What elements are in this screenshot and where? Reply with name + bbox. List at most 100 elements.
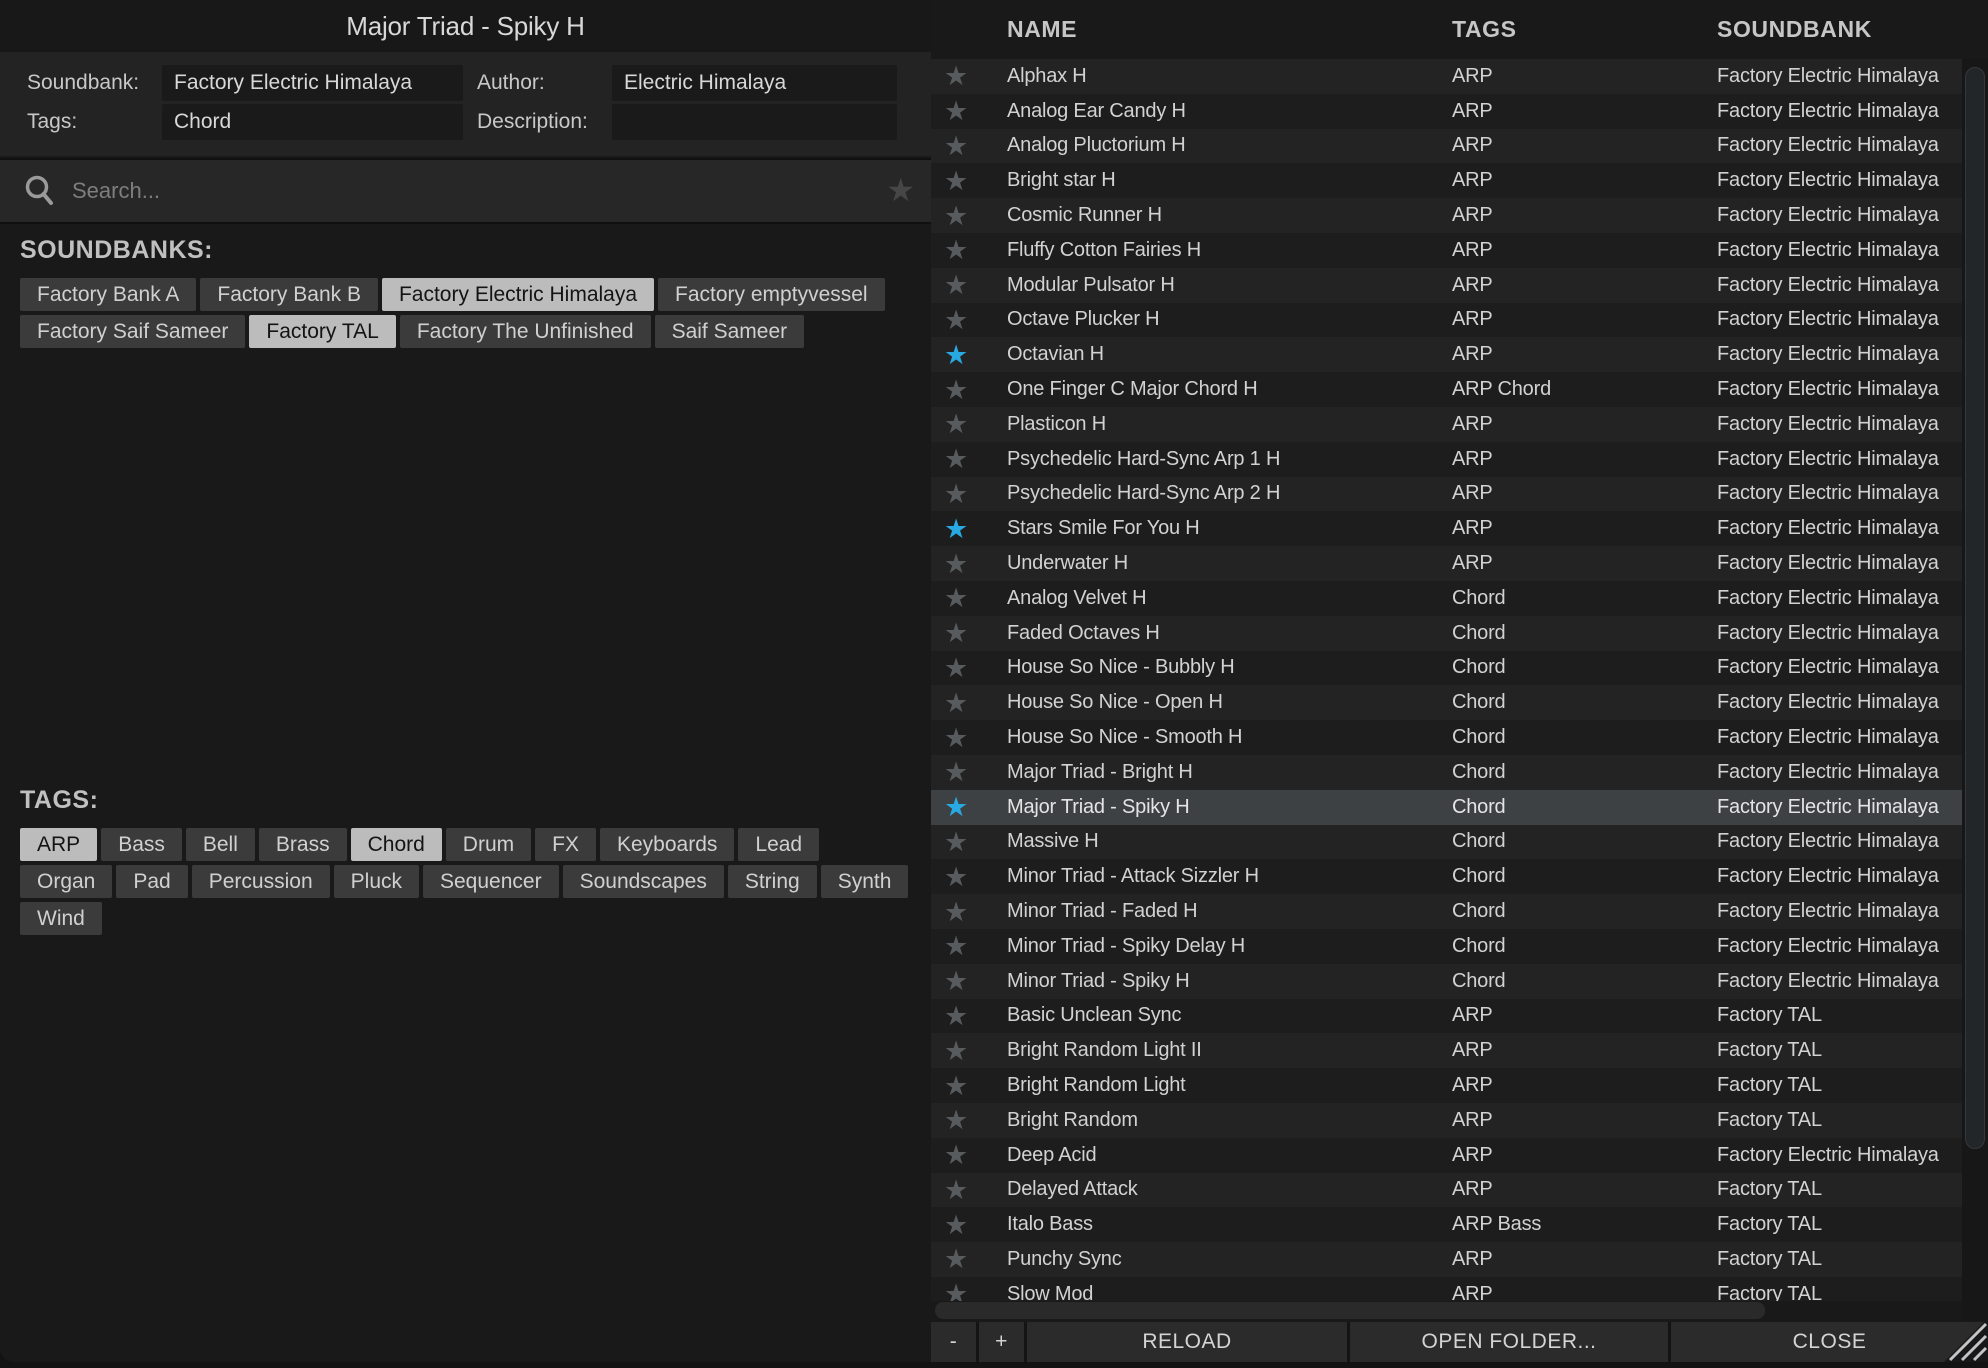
- tags-column-header[interactable]: TAGS: [1452, 16, 1717, 43]
- favorite-star-icon[interactable]: ★: [944, 897, 968, 927]
- favorite-star-icon[interactable]: ★: [944, 1071, 968, 1101]
- preset-row[interactable]: ★ Analog Velvet H Chord Factory Electric…: [931, 581, 1962, 616]
- tag-filter-button[interactable]: Soundscapes: [563, 865, 724, 898]
- preset-row[interactable]: ★ Faded Octaves H Chord Factory Electric…: [931, 616, 1962, 651]
- tag-filter-button[interactable]: Bell: [186, 828, 255, 861]
- soundbank-filter-button[interactable]: Factory emptyvessel: [658, 278, 885, 311]
- favorite-star-icon[interactable]: ★: [944, 409, 968, 439]
- favorite-star-icon[interactable]: ★: [944, 1105, 968, 1135]
- soundbank-column-header[interactable]: SOUNDBANK: [1717, 16, 1962, 43]
- tag-filter-button[interactable]: Bass: [101, 828, 182, 861]
- tag-filter-button[interactable]: Sequencer: [423, 865, 559, 898]
- tag-filter-button[interactable]: Pluck: [334, 865, 419, 898]
- preset-row[interactable]: ★ Bright Random Light II ARP Factory TAL: [931, 1033, 1962, 1068]
- vertical-scrollbar[interactable]: [1962, 59, 1988, 1321]
- favorite-star-icon[interactable]: ★: [944, 688, 968, 718]
- preset-row[interactable]: ★ Bright Random Light ARP Factory TAL: [931, 1068, 1962, 1103]
- favorite-star-icon[interactable]: ★: [944, 96, 968, 126]
- preset-row[interactable]: ★ House So Nice - Bubbly H Chord Factory…: [931, 651, 1962, 686]
- soundbank-filter-button[interactable]: Factory Saif Sameer: [20, 315, 245, 348]
- tag-filter-button[interactable]: Synth: [821, 865, 909, 898]
- favorites-filter-star-icon[interactable]: ★: [886, 160, 915, 222]
- tag-filter-button[interactable]: Pad: [116, 865, 187, 898]
- search-input[interactable]: Search...: [72, 160, 160, 222]
- preset-row[interactable]: ★ Italo Bass ARP Bass Factory TAL: [931, 1207, 1962, 1242]
- search-bar[interactable]: Search... ★: [0, 158, 931, 224]
- preset-row[interactable]: ★ Analog Pluctorium H ARP Factory Electr…: [931, 129, 1962, 164]
- tag-filter-button[interactable]: ARP: [20, 828, 97, 861]
- favorite-star-icon[interactable]: ★: [944, 131, 968, 161]
- preset-row[interactable]: ★ Cosmic Runner H ARP Factory Electric H…: [931, 198, 1962, 233]
- favorite-star-icon[interactable]: ★: [944, 862, 968, 892]
- description-field[interactable]: [612, 104, 897, 140]
- preset-row[interactable]: ★ Alphax H ARP Factory Electric Himalaya: [931, 59, 1962, 94]
- favorite-star-icon[interactable]: ★: [944, 653, 968, 683]
- preset-row[interactable]: ★ Major Triad - Spiky H Chord Factory El…: [931, 790, 1962, 825]
- favorite-star-icon[interactable]: ★: [944, 827, 968, 857]
- preset-row[interactable]: ★ Octave Plucker H ARP Factory Electric …: [931, 303, 1962, 338]
- favorite-star-icon[interactable]: ★: [944, 1140, 968, 1170]
- preset-row[interactable]: ★ Minor Triad - Attack Sizzler H Chord F…: [931, 859, 1962, 894]
- preset-row[interactable]: ★ Massive H Chord Factory Electric Himal…: [931, 825, 1962, 860]
- tag-filter-button[interactable]: String: [728, 865, 817, 898]
- favorite-star-icon[interactable]: ★: [944, 201, 968, 231]
- preset-row[interactable]: ★ Modular Pulsator H ARP Factory Electri…: [931, 268, 1962, 303]
- favorite-star-icon[interactable]: ★: [944, 375, 968, 405]
- favorite-star-icon[interactable]: ★: [944, 792, 968, 822]
- favorite-star-icon[interactable]: ★: [944, 723, 968, 753]
- preset-row[interactable]: ★ Analog Ear Candy H ARP Factory Electri…: [931, 94, 1962, 129]
- soundbank-filter-button[interactable]: Factory TAL: [249, 315, 395, 348]
- soundbank-filter-button[interactable]: Factory The Unfinished: [400, 315, 651, 348]
- favorite-star-icon[interactable]: ★: [944, 1210, 968, 1240]
- favorite-star-icon[interactable]: ★: [944, 166, 968, 196]
- preset-row[interactable]: ★ Underwater H ARP Factory Electric Hima…: [931, 546, 1962, 581]
- favorite-star-icon[interactable]: ★: [944, 340, 968, 370]
- preset-row[interactable]: ★ Psychedelic Hard-Sync Arp 2 H ARP Fact…: [931, 477, 1962, 512]
- preset-row[interactable]: ★ House So Nice - Open H Chord Factory E…: [931, 685, 1962, 720]
- soundbank-filter-button[interactable]: Saif Sameer: [655, 315, 805, 348]
- name-column-header[interactable]: NAME: [1007, 16, 1452, 43]
- zoom-increase-button[interactable]: +: [979, 1322, 1024, 1362]
- tags-field[interactable]: Chord: [162, 104, 463, 140]
- favorite-star-icon[interactable]: ★: [944, 1001, 968, 1031]
- resize-handle-icon[interactable]: [1936, 1318, 1988, 1362]
- preset-row[interactable]: ★ Bright star H ARP Factory Electric Him…: [931, 163, 1962, 198]
- favorite-star-icon[interactable]: ★: [944, 514, 968, 544]
- horizontal-scrollbar-thumb[interactable]: [935, 1302, 1765, 1319]
- preset-row[interactable]: ★ House So Nice - Smooth H Chord Factory…: [931, 720, 1962, 755]
- soundbank-filter-button[interactable]: Factory Bank A: [20, 278, 196, 311]
- preset-row[interactable]: ★ Punchy Sync ARP Factory TAL: [931, 1242, 1962, 1277]
- tag-filter-button[interactable]: Wind: [20, 902, 102, 935]
- preset-row[interactable]: ★ Bright Random ARP Factory TAL: [931, 1103, 1962, 1138]
- favorite-star-icon[interactable]: ★: [944, 549, 968, 579]
- favorite-star-icon[interactable]: ★: [944, 61, 968, 91]
- favorite-star-icon[interactable]: ★: [944, 966, 968, 996]
- preset-row[interactable]: ★ Minor Triad - Spiky H Chord Factory El…: [931, 964, 1962, 999]
- preset-row[interactable]: ★ Octavian H ARP Factory Electric Himala…: [931, 337, 1962, 372]
- tag-filter-button[interactable]: Brass: [259, 828, 347, 861]
- tag-filter-button[interactable]: Drum: [446, 828, 531, 861]
- preset-row[interactable]: ★ Plasticon H ARP Factory Electric Himal…: [931, 407, 1962, 442]
- author-field[interactable]: Electric Himalaya: [612, 65, 897, 101]
- preset-row[interactable]: ★ Fluffy Cotton Fairies H ARP Factory El…: [931, 233, 1962, 268]
- horizontal-scrollbar[interactable]: [931, 1301, 1962, 1321]
- favorite-star-icon[interactable]: ★: [944, 479, 968, 509]
- preset-row[interactable]: ★ Minor Triad - Spiky Delay H Chord Fact…: [931, 929, 1962, 964]
- preset-row[interactable]: ★ Stars Smile For You H ARP Factory Elec…: [931, 511, 1962, 546]
- favorite-star-icon[interactable]: ★: [944, 235, 968, 265]
- favorite-star-icon[interactable]: ★: [944, 444, 968, 474]
- preset-row[interactable]: ★ Psychedelic Hard-Sync Arp 1 H ARP Fact…: [931, 442, 1962, 477]
- preset-row[interactable]: ★ Delayed Attack ARP Factory TAL: [931, 1173, 1962, 1208]
- tag-filter-button[interactable]: Percussion: [192, 865, 330, 898]
- favorite-star-icon[interactable]: ★: [944, 583, 968, 613]
- zoom-decrease-button[interactable]: -: [931, 1322, 976, 1362]
- favorite-star-icon[interactable]: ★: [944, 618, 968, 648]
- favorite-star-icon[interactable]: ★: [944, 1175, 968, 1205]
- soundbank-field[interactable]: Factory Electric Himalaya: [162, 65, 463, 101]
- favorite-star-icon[interactable]: ★: [944, 1244, 968, 1274]
- favorite-star-icon[interactable]: ★: [944, 757, 968, 787]
- soundbank-filter-button[interactable]: Factory Bank B: [200, 278, 378, 311]
- reload-button[interactable]: RELOAD: [1027, 1322, 1347, 1362]
- favorite-star-icon[interactable]: ★: [944, 270, 968, 300]
- favorite-star-icon[interactable]: ★: [944, 1036, 968, 1066]
